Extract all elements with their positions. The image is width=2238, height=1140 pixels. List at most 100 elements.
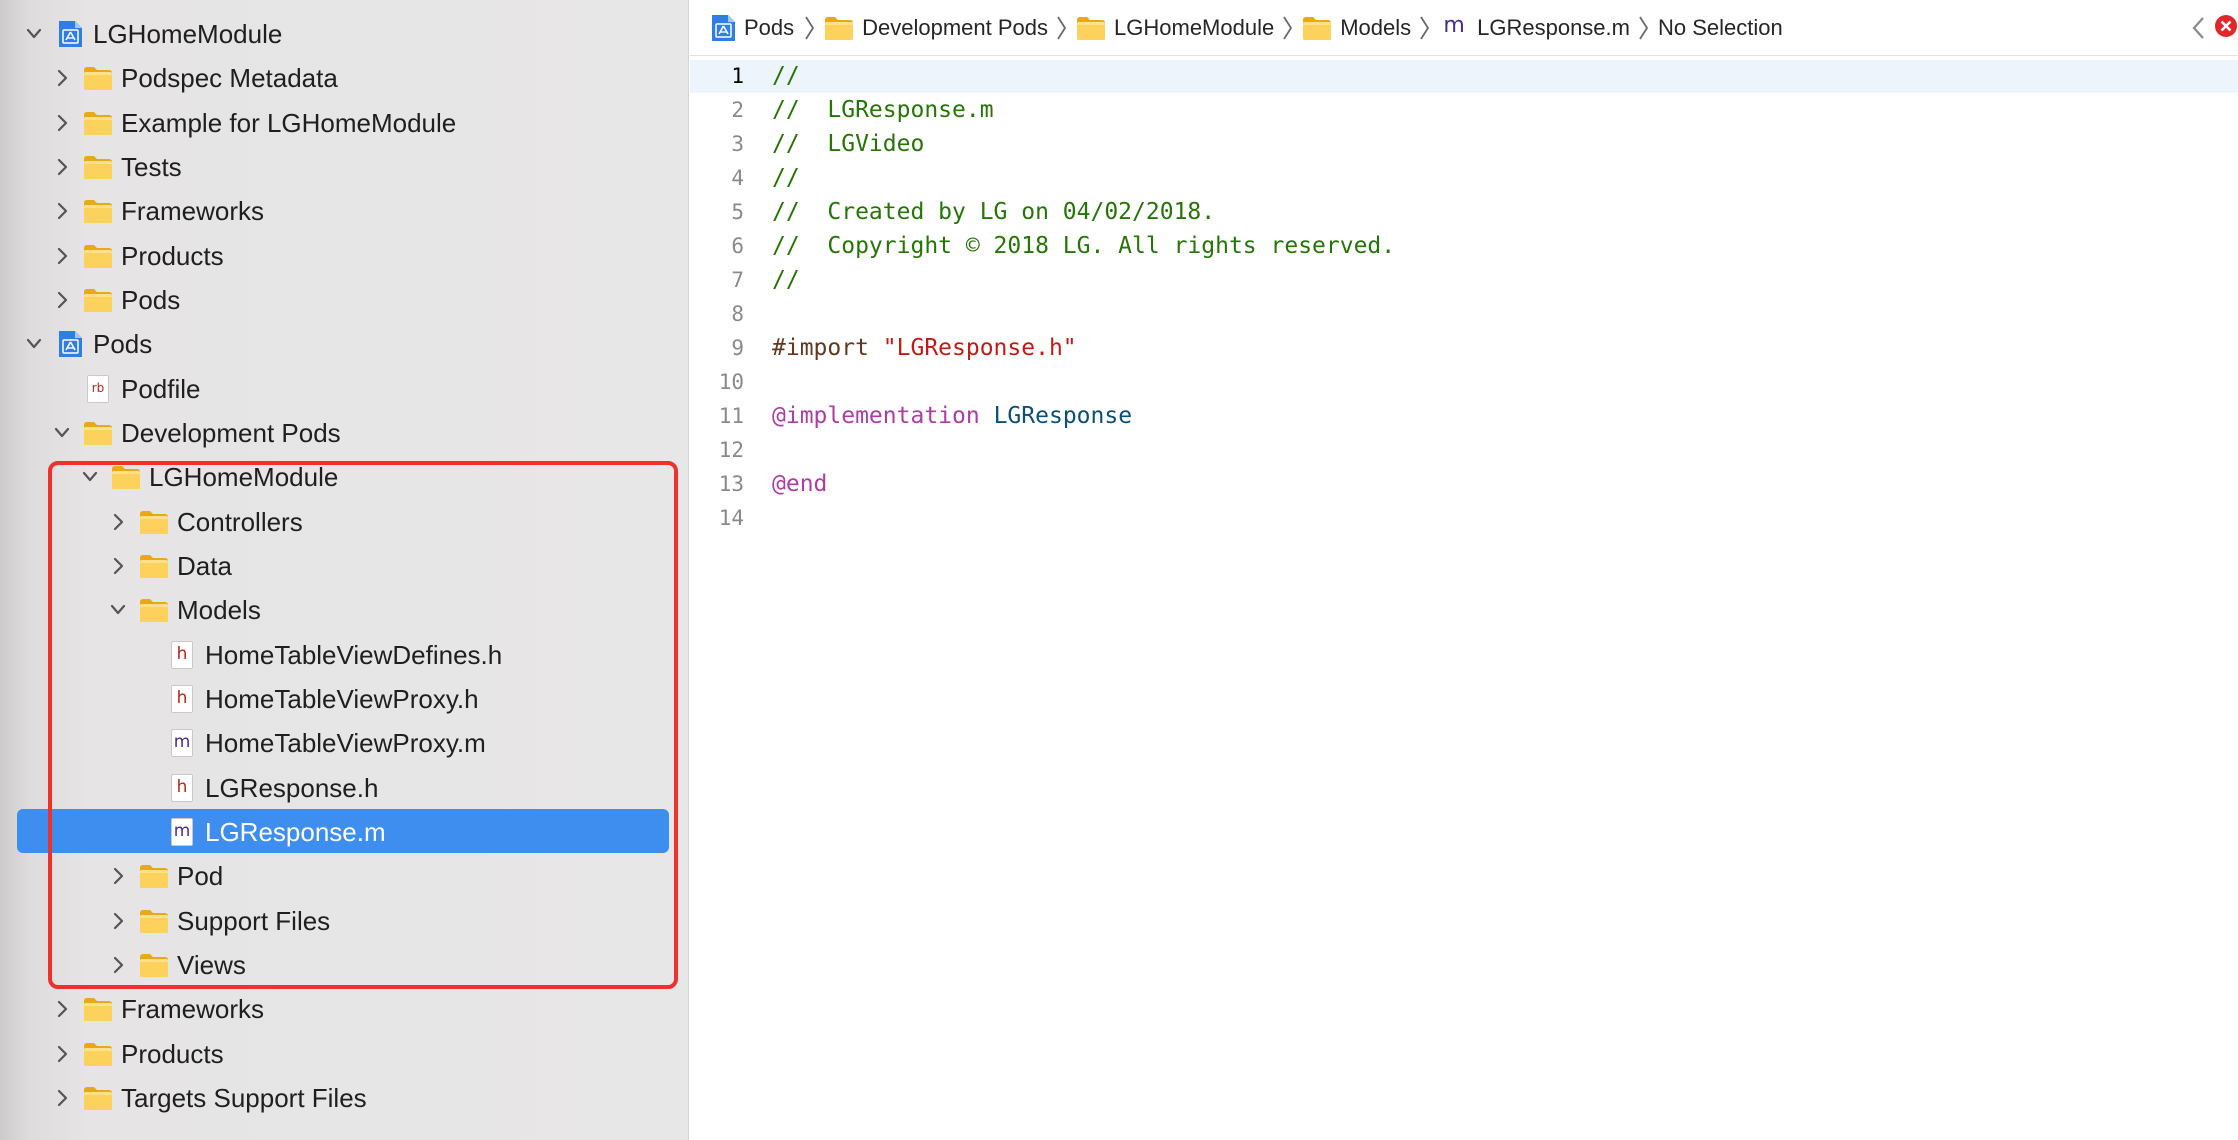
navigator-row-data[interactable]: Data	[0, 544, 688, 588]
chevron-down-icon[interactable]	[24, 24, 44, 44]
folder-icon	[139, 951, 169, 979]
code-line[interactable]: #import "LGResponse.h"	[772, 331, 1077, 365]
navigator-row-support-files[interactable]: Support Files	[0, 899, 688, 943]
chevron-left-icon[interactable]	[2190, 14, 2208, 42]
folder-icon	[139, 596, 169, 624]
code-line[interactable]: // Created by LG on 04/02/2018.	[772, 195, 1215, 229]
chevron-right-icon[interactable]	[52, 246, 72, 266]
navigator-row-targets-support-files[interactable]: Targets Support Files	[0, 1076, 688, 1120]
navigator-row-label: Models	[177, 595, 261, 625]
current-line-highlight	[690, 60, 2238, 93]
line-number: 6	[731, 234, 744, 258]
navigator-row-pods[interactable]: Pods	[0, 322, 688, 366]
chevron-down-icon[interactable]	[24, 334, 44, 354]
breadcrumb-label: LGHomeModule	[1114, 15, 1275, 40]
h-file-icon: h	[167, 641, 197, 669]
breadcrumb-pods[interactable]: Pods	[708, 12, 794, 44]
navigator-row-label: LGHomeModule	[149, 462, 339, 492]
chevron-right-icon[interactable]	[52, 157, 72, 177]
navigator-row-label: Data	[177, 551, 232, 581]
navigator-row-label: Podspec Metadata	[121, 63, 338, 93]
chevron-right-icon[interactable]	[52, 1088, 72, 1108]
breadcrumb-separator-icon	[1420, 16, 1430, 40]
navigator-row-label: Frameworks	[121, 994, 265, 1024]
navigator-row-label: HomeTableViewProxy.h	[205, 684, 479, 714]
navigator-row-label: Frameworks	[121, 196, 265, 226]
navigator-row-pod[interactable]: Pod	[0, 854, 688, 898]
chevron-right-icon[interactable]	[52, 1044, 72, 1064]
code-line[interactable]: @end	[772, 467, 827, 501]
code-line[interactable]: // Copyright © 2018 LG. All rights reser…	[772, 229, 1395, 263]
breadcrumb-label: No Selection	[1657, 15, 1783, 40]
chevron-down-icon[interactable]	[52, 423, 72, 443]
navigator-row-lghomemodule[interactable]: LGHomeModule	[0, 455, 688, 499]
h-file-icon: h	[167, 774, 197, 802]
chevron-right-icon[interactable]	[52, 113, 72, 133]
chevron-right-icon[interactable]	[108, 911, 128, 931]
navigator-row-hometableviewproxy-h[interactable]: h HomeTableViewProxy.h	[0, 677, 688, 721]
chevron-right-icon[interactable]	[108, 512, 128, 532]
chevron-right-icon[interactable]	[108, 556, 128, 576]
line-number: 11	[718, 404, 744, 428]
navigator-row-models[interactable]: Models	[0, 588, 688, 632]
code-line[interactable]: @implementation LGResponse	[772, 399, 1132, 433]
chevron-right-icon[interactable]	[52, 68, 72, 88]
navigator-row-products[interactable]: Products	[0, 234, 688, 278]
source-editor[interactable]: Pods Development Pods LGHomeModule Models m L…	[690, 0, 2238, 1140]
code-token-comment: // Created by LG on 04/02/2018.	[772, 199, 1216, 225]
navigator-row-label: Podfile	[121, 374, 201, 404]
breadcrumb-lghomemodule[interactable]: LGHomeModule	[1076, 12, 1274, 44]
folder-icon	[1076, 14, 1106, 42]
chevron-right-icon[interactable]	[108, 866, 128, 886]
navigator-row-frameworks[interactable]: Frameworks	[0, 987, 688, 1031]
folder-icon	[139, 552, 169, 580]
code-token-preproc: #import	[772, 335, 883, 361]
navigator-row-podspec-metadata[interactable]: Podspec Metadata	[0, 56, 688, 100]
navigator-row-lgresponse-m[interactable]: m LGResponse.m	[0, 809, 688, 854]
breadcrumb-development-pods[interactable]: Development Pods	[824, 12, 1048, 44]
navigator-row-label: Targets Support Files	[121, 1083, 367, 1113]
folder-icon	[83, 197, 113, 225]
folder-icon	[824, 14, 854, 42]
navigator-row-hometableviewproxy-m[interactable]: m HomeTableViewProxy.m	[0, 721, 688, 765]
navigator-row-tests[interactable]: Tests	[0, 145, 688, 189]
navigator-row-products[interactable]: Products	[0, 1032, 688, 1076]
breadcrumb-lgresponse-m[interactable]: m LGResponse.m	[1439, 12, 1630, 44]
code-line[interactable]: // LGResponse.m	[772, 93, 994, 127]
error-close-icon[interactable]	[2214, 14, 2238, 38]
navigator-row-label: LGResponse.m	[205, 817, 386, 847]
folder-icon	[83, 109, 113, 137]
navigator-row-label: LGHomeModule	[93, 19, 283, 49]
chevron-down-icon[interactable]	[108, 600, 128, 620]
navigator-row-label: Pods	[121, 285, 181, 315]
navigator-row-label: Support Files	[177, 906, 331, 936]
navigator-row-frameworks[interactable]: Frameworks	[0, 189, 688, 233]
m-file-icon: m	[1443, 13, 1465, 38]
chevron-right-icon[interactable]	[52, 290, 72, 310]
line-number: 5	[731, 200, 744, 224]
navigator-row-views[interactable]: Views	[0, 943, 688, 987]
code-line[interactable]: //	[772, 161, 800, 195]
navigator-row-pods[interactable]: Pods	[0, 278, 688, 322]
code-line[interactable]: //	[772, 263, 800, 297]
chevron-right-icon[interactable]	[52, 201, 72, 221]
navigator-row-hometableviewdefines-h[interactable]: h HomeTableViewDefines.h	[0, 633, 688, 677]
chevron-down-icon[interactable]	[80, 467, 100, 487]
navigator-row-podfile[interactable]: rb Podfile	[0, 367, 688, 411]
chevron-right-icon[interactable]	[108, 955, 128, 975]
code-line[interactable]: //	[772, 59, 800, 93]
h-file-icon: h	[167, 685, 197, 713]
chevron-right-icon[interactable]	[52, 999, 72, 1019]
breadcrumb-no-selection[interactable]: No Selection	[1658, 12, 1783, 44]
navigator-row-example-for-lghomemodule[interactable]: Example for LGHomeModule	[0, 101, 688, 145]
navigator-row-label: Pods	[93, 329, 153, 359]
breadcrumb-models[interactable]: Models	[1302, 12, 1411, 44]
navigator-row-development-pods[interactable]: Development Pods	[0, 411, 688, 455]
breadcrumb-label: Development Pods	[862, 15, 1049, 40]
navigator-row-lghomemodule[interactable]: LGHomeModule	[0, 12, 688, 56]
project-icon	[55, 20, 85, 48]
code-token-comment: // LGResponse.m	[772, 97, 994, 123]
code-line[interactable]: // LGVideo	[772, 127, 924, 161]
navigator-row-lgresponse-h[interactable]: h LGResponse.h	[0, 766, 688, 810]
navigator-row-controllers[interactable]: Controllers	[0, 500, 688, 544]
